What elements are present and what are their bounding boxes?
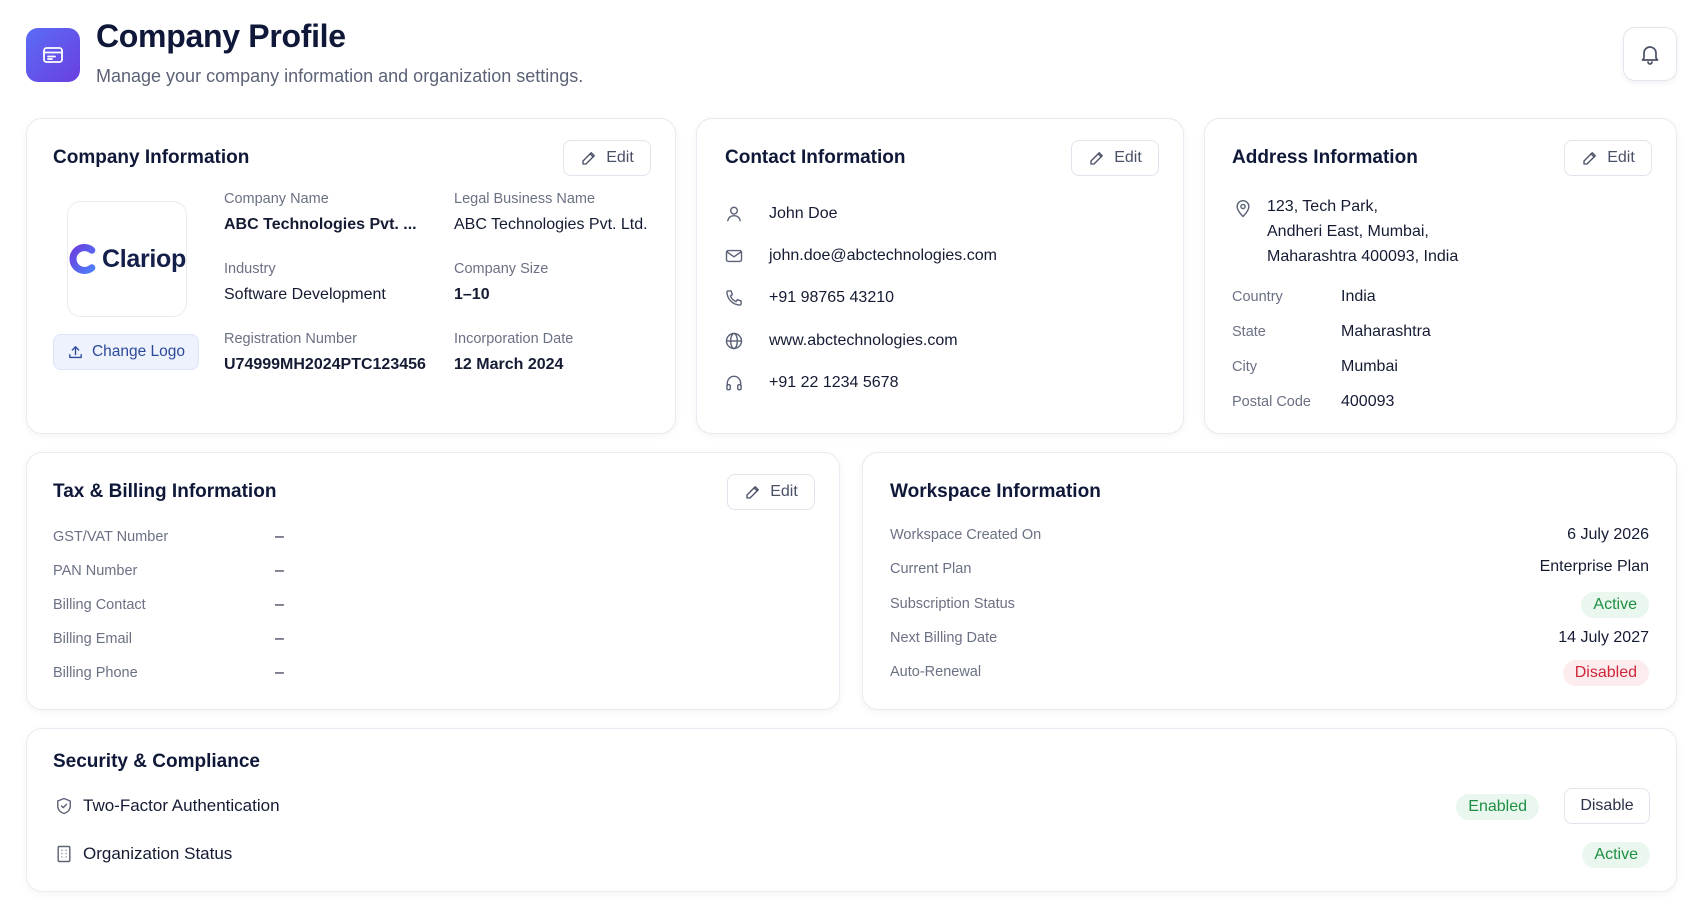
pencil-icon <box>582 152 596 165</box>
current-plan-label: Current Plan <box>890 561 972 577</box>
tax-row-value: – <box>275 630 284 647</box>
industry-label: Industry <box>224 261 276 277</box>
subscription-status-label: Subscription Status <box>890 596 1015 612</box>
tax-row-label: PAN Number <box>53 563 138 579</box>
logo-text: Clariop <box>101 244 186 273</box>
country-value: India <box>1341 288 1376 305</box>
legal-name-value: ABC Technologies Pvt. Ltd. <box>454 216 648 233</box>
legal-name-label: Legal Business Name <box>454 191 596 207</box>
app-logo <box>26 28 80 82</box>
city-value: Mumbai <box>1341 358 1398 375</box>
browser-window-icon <box>43 47 63 63</box>
company-size-value: 1–10 <box>454 286 490 303</box>
edit-label: Edit <box>770 483 798 500</box>
organization-status-label: Organization Status <box>83 844 233 863</box>
tax-row-value: – <box>275 562 284 579</box>
workspace-information-card: Workspace Information Workspace Created … <box>862 452 1677 710</box>
company-name-value: ABC Technologies Pvt. ... <box>224 216 417 233</box>
company-name-label: Company Name <box>224 191 329 207</box>
building-icon <box>53 843 75 865</box>
tax-billing-card: Tax & Billing Information Edit GST/VAT N… <box>26 452 840 710</box>
notifications-button[interactable] <box>1623 27 1677 81</box>
auto-renewal-label: Auto-Renewal <box>890 664 982 680</box>
contact-information-card: Contact Information Edit John Doe john.d… <box>696 118 1184 434</box>
page-subtitle: Manage your company information and orga… <box>96 66 584 86</box>
pencil-icon <box>1090 152 1104 165</box>
edit-label: Edit <box>606 149 634 166</box>
disable-label: Disable <box>1580 797 1634 814</box>
company-logo[interactable]: Clariop <box>67 201 187 317</box>
edit-label: Edit <box>1607 149 1635 166</box>
postal-code-label: Postal Code <box>1232 394 1311 410</box>
tax-row-value: – <box>275 596 284 613</box>
card-title: Contact Information <box>725 147 906 168</box>
tax-row-label: Billing Email <box>53 631 132 647</box>
country-label: Country <box>1232 289 1283 305</box>
company-size-label: Company Size <box>454 261 549 277</box>
security-compliance-card: Security & Compliance Two-Factor Authent… <box>26 728 1677 892</box>
incorporation-date-label: Incorporation Date <box>454 331 574 347</box>
pencil-icon <box>1583 152 1597 165</box>
tax-row-label: GST/VAT Number <box>53 529 169 545</box>
tax-row-value: – <box>275 664 284 681</box>
auto-renewal-badge: Disabled <box>1562 660 1649 686</box>
organization-status-badge: Active <box>1582 842 1650 868</box>
headset-icon <box>723 372 745 394</box>
two-factor-label: Two-Factor Authentication <box>83 796 280 815</box>
next-billing-value: 14 July 2027 <box>1558 629 1649 646</box>
registration-number-value: U74999MH2024PTC123456 <box>224 356 426 373</box>
page-title: Company Profile <box>96 18 346 54</box>
edit-contact-button[interactable]: Edit <box>1071 140 1159 176</box>
disable-two-factor-button[interactable]: Disable <box>1564 788 1650 824</box>
card-title: Workspace Information <box>890 481 1101 502</box>
contact-website[interactable]: www.abctechnologies.com <box>769 332 958 350</box>
phone-icon <box>723 287 745 309</box>
address-information-card: Address Information Edit 123, Tech Park,… <box>1204 118 1677 434</box>
card-title: Security & Compliance <box>53 751 260 772</box>
subscription-status-badge: Active <box>1581 592 1649 618</box>
upload-icon <box>69 345 82 358</box>
tax-row-value: – <box>275 528 284 545</box>
postal-code-value: 400093 <box>1341 393 1395 410</box>
contact-phone[interactable]: +91 98765 43210 <box>769 289 894 307</box>
company-information-card: Company Information Edit Clariop Change … <box>26 118 676 434</box>
city-label: City <box>1232 359 1257 375</box>
incorporation-date-value: 12 March 2024 <box>454 356 564 373</box>
tax-row-label: Billing Contact <box>53 597 146 613</box>
mail-icon <box>723 245 745 267</box>
industry-value: Software Development <box>224 286 386 303</box>
edit-address-button[interactable]: Edit <box>1564 140 1652 176</box>
workspace-created-label: Workspace Created On <box>890 527 1042 543</box>
address-line-3: Maharashtra 400093, India <box>1267 248 1459 265</box>
contact-email[interactable]: john.doe@abctechnologies.com <box>769 247 997 265</box>
card-title: Tax & Billing Information <box>53 481 277 502</box>
card-title: Address Information <box>1232 147 1418 168</box>
pencil-icon <box>746 486 760 499</box>
shield-icon <box>53 795 75 817</box>
registration-number-label: Registration Number <box>224 331 357 347</box>
card-title: Company Information <box>53 147 250 168</box>
tax-row-label: Billing Phone <box>53 665 138 681</box>
edit-tax-button[interactable]: Edit <box>727 474 815 510</box>
contact-name: John Doe <box>769 205 838 222</box>
address-line-1: 123, Tech Park, <box>1267 198 1378 215</box>
edit-company-button[interactable]: Edit <box>563 140 651 176</box>
address-line-2: Andheri East, Mumbai, <box>1267 223 1429 240</box>
clariop-logo-mark <box>69 244 96 274</box>
workspace-created-value: 6 July 2026 <box>1567 526 1649 543</box>
next-billing-label: Next Billing Date <box>890 630 998 646</box>
user-icon <box>723 203 745 225</box>
globe-icon <box>723 330 745 352</box>
contact-support-phone[interactable]: +91 22 1234 5678 <box>769 374 898 392</box>
change-logo-button[interactable]: Change Logo <box>53 334 199 370</box>
edit-label: Edit <box>1114 149 1142 166</box>
change-logo-label: Change Logo <box>91 343 186 360</box>
map-pin-icon <box>1232 198 1254 220</box>
bell-icon <box>1641 46 1659 65</box>
current-plan-value: Enterprise Plan <box>1539 558 1649 575</box>
two-factor-status-badge: Enabled <box>1456 794 1539 820</box>
state-label: State <box>1232 324 1266 340</box>
state-value: Maharashtra <box>1341 323 1431 340</box>
